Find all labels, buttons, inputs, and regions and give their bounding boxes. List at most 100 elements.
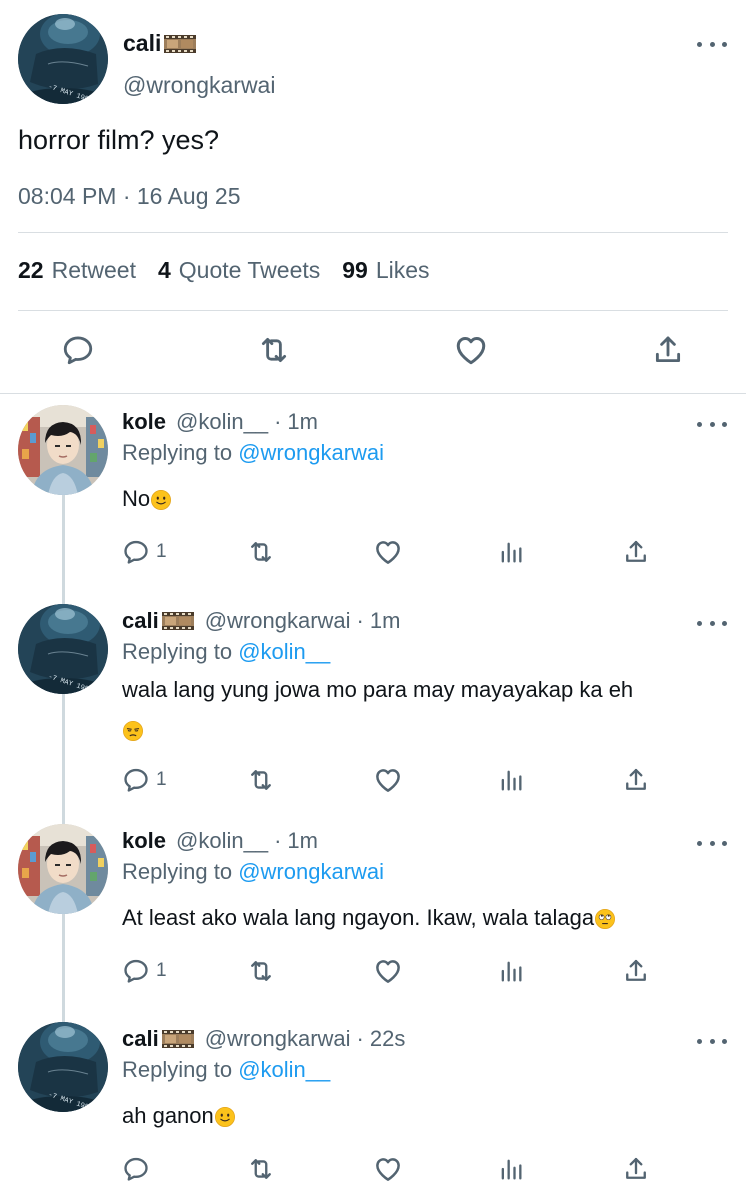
reply-button[interactable]: 1: [122, 956, 167, 986]
reply-tweet[interactable]: kole @kolin__ · 1m Replying to @wrongkar…: [0, 814, 746, 1024]
like-icon: [373, 537, 403, 567]
replying-to-prefix: Replying to: [122, 1057, 233, 1082]
reply-time[interactable]: 1m: [287, 828, 318, 854]
views-icon: [497, 766, 525, 794]
retweet-icon: [247, 766, 275, 794]
views-icon: [497, 538, 525, 566]
reply-text: No: [122, 479, 722, 519]
reply-icon: [122, 957, 150, 985]
thread-line: [62, 694, 65, 824]
more-options-icon[interactable]: [697, 616, 727, 630]
retweets-label: Retweet: [51, 257, 136, 283]
author-handle[interactable]: @wrongkarwai: [123, 72, 275, 99]
author-name-row[interactable]: cali: [123, 30, 197, 57]
reply-button[interactable]: [122, 1154, 156, 1184]
more-options-icon[interactable]: [697, 37, 727, 51]
views-icon: [497, 1155, 525, 1183]
reply-header: cali @wrongkarwai · 22s: [122, 1026, 405, 1052]
reply-author-name[interactable]: cali: [122, 1026, 159, 1052]
reply-count: 1: [156, 960, 167, 981]
reply-author-handle[interactable]: @kolin__: [176, 828, 268, 854]
reply-button[interactable]: 1: [122, 537, 167, 567]
reply-time[interactable]: 1m: [370, 608, 401, 634]
reply-text-content: wala lang yung jowa mo para may mayayaka…: [122, 677, 634, 702]
reply-author-handle[interactable]: @wrongkarwai: [205, 608, 351, 634]
tweet-timestamp[interactable]: 08:04 PM · 16 Aug 25: [18, 183, 241, 210]
share-button[interactable]: [622, 1154, 650, 1184]
reply-time[interactable]: 22s: [370, 1026, 405, 1052]
like-icon: [453, 332, 489, 368]
reply-author-handle[interactable]: @kolin__: [176, 409, 268, 435]
likes-stat[interactable]: 99 Likes: [342, 257, 429, 284]
more-options-icon[interactable]: [697, 1034, 727, 1048]
retweet-button[interactable]: [247, 956, 275, 986]
separator-dot: ·: [356, 1026, 364, 1051]
reply-header: kole @kolin__ · 1m: [122, 409, 318, 435]
replying-to-link[interactable]: @kolin__: [238, 639, 330, 664]
reply-author-handle[interactable]: @wrongkarwai: [205, 1026, 351, 1052]
share-button[interactable]: [622, 765, 650, 795]
avatar[interactable]: -7 MAY 1994: [18, 604, 108, 694]
retweet-icon: [247, 957, 275, 985]
replying-to-link[interactable]: @kolin__: [238, 1057, 330, 1082]
like-icon: [373, 956, 403, 986]
reply-tweet[interactable]: -7 MAY 1994 cali @wrongkarwai · 1m Reply…: [0, 594, 746, 824]
retweet-button[interactable]: [256, 332, 292, 368]
reply-header: cali @wrongkarwai · 1m: [122, 608, 400, 634]
retweet-button[interactable]: [247, 1154, 275, 1184]
share-icon: [622, 538, 650, 566]
views-button[interactable]: [497, 956, 525, 986]
reply-author-name[interactable]: kole: [122, 409, 166, 435]
reply-actions: 1: [0, 956, 746, 986]
reply-actions: 1: [0, 537, 746, 567]
avatar[interactable]: [18, 824, 108, 914]
like-icon: [373, 765, 403, 795]
retweet-button[interactable]: [247, 765, 275, 795]
reply-icon: [122, 1155, 150, 1183]
reply-button[interactable]: [60, 332, 96, 368]
face-with-rolling-eyes-icon: [594, 908, 616, 930]
retweets-stat[interactable]: 22 Retweet: [18, 257, 136, 284]
quotes-label: Quote Tweets: [178, 257, 321, 283]
quotes-stat[interactable]: 4 Quote Tweets: [158, 257, 320, 284]
more-options-icon[interactable]: [697, 417, 727, 431]
reply-header: kole @kolin__ · 1m: [122, 828, 318, 854]
reply-tweet[interactable]: kole @kolin__ · 1m Replying to @wrongkar…: [0, 395, 746, 605]
replying-to: Replying to @wrongkarwai: [122, 440, 384, 466]
avatar[interactable]: -7 MAY 1994: [18, 14, 108, 104]
reply-count: 1: [156, 769, 167, 790]
replying-to-prefix: Replying to: [122, 859, 233, 884]
reply-author-name[interactable]: kole: [122, 828, 166, 854]
reply-text: wala lang yung jowa mo para may mayayaka…: [122, 670, 722, 750]
author-name[interactable]: cali: [123, 30, 161, 57]
like-button[interactable]: [373, 1154, 403, 1184]
retweet-icon: [247, 1155, 275, 1183]
slightly-smiling-face-icon: [150, 489, 172, 511]
reply-time[interactable]: 1m: [287, 409, 318, 435]
reply-text: At least ako wala lang ngayon. Ikaw, wal…: [122, 898, 722, 938]
like-button[interactable]: [453, 332, 489, 368]
views-button[interactable]: [497, 537, 525, 567]
replying-to-link[interactable]: @wrongkarwai: [238, 440, 384, 465]
reply-author-name[interactable]: cali: [122, 608, 159, 634]
retweet-button[interactable]: [247, 537, 275, 567]
share-button[interactable]: [650, 332, 686, 368]
avatar[interactable]: -7 MAY 1994: [18, 1022, 108, 1112]
replying-to-link[interactable]: @wrongkarwai: [238, 859, 384, 884]
like-button[interactable]: [373, 956, 403, 986]
separator-dot: ·: [274, 828, 282, 853]
views-button[interactable]: [497, 1154, 525, 1184]
share-button[interactable]: [622, 537, 650, 567]
more-options-icon[interactable]: [697, 836, 727, 850]
like-button[interactable]: [373, 537, 403, 567]
retweet-icon: [257, 333, 291, 367]
slightly-smiling-face-icon: [214, 1106, 236, 1128]
share-button[interactable]: [622, 956, 650, 986]
avatar[interactable]: [18, 405, 108, 495]
reply-button[interactable]: 1: [122, 765, 167, 795]
like-button[interactable]: [373, 765, 403, 795]
divider: [18, 232, 728, 233]
reply-tweet[interactable]: -7 MAY 1994 cali @wrongkarwai · 22s Repl…: [0, 1012, 746, 1200]
views-button[interactable]: [497, 765, 525, 795]
film-emoji-icon: [161, 1027, 195, 1051]
